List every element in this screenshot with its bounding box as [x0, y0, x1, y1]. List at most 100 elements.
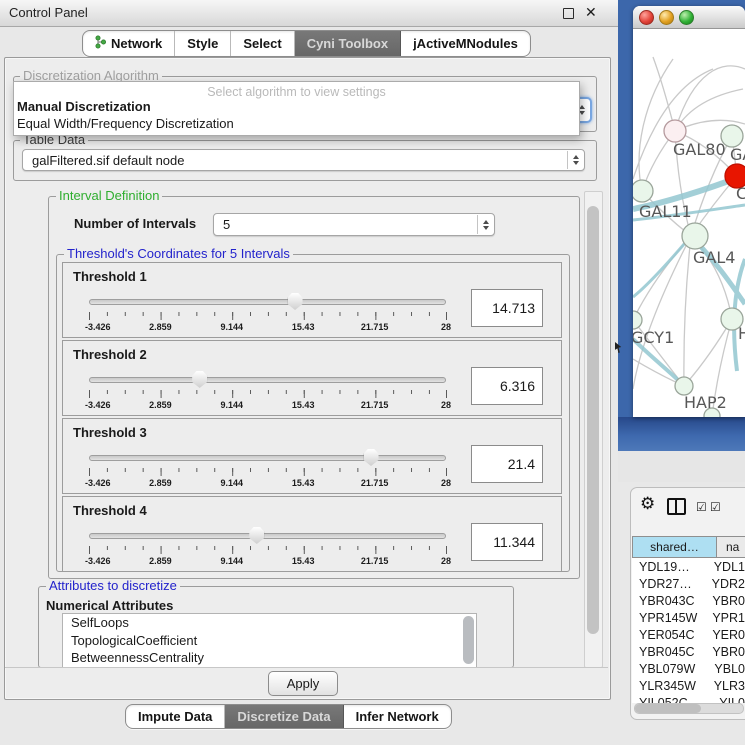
combo-stepper [477, 215, 493, 234]
numerical-attributes-label: Numerical Attributes [46, 598, 173, 613]
slider-thumb[interactable] [249, 527, 264, 544]
network-icon [95, 35, 106, 52]
slider-tick-labels: -3.4262.8599.14415.4321.71528 [89, 400, 446, 412]
node-gal11[interactable] [633, 180, 653, 202]
tab-infer-network[interactable]: Infer Network [344, 705, 451, 728]
threshold-1-panel: Threshold 1 -3.4262.8599.14415.4321.7152… [62, 262, 562, 338]
tab-jactivemnodules[interactable]: jActiveMNodules [401, 31, 530, 56]
control-panel-titlebar: Control Panel ✕ [0, 0, 618, 27]
divider [5, 667, 608, 668]
threshold-1-label: Threshold 1 [73, 269, 147, 284]
svg-text:H: H [738, 324, 745, 343]
svg-text:GAL80: GAL80 [673, 140, 726, 159]
network-nodes[interactable] [633, 120, 745, 417]
attributes-list-scrollbar-thumb[interactable] [463, 616, 474, 664]
table-row[interactable]: YBR043CYBR0 [632, 592, 745, 609]
threshold-4-value-field[interactable]: 11.344 [471, 523, 543, 561]
threshold-2-slider[interactable]: -3.4262.8599.14415.4321.71528 [89, 371, 446, 413]
table-data-combobox[interactable]: galFiltered.sif default node [22, 149, 585, 171]
number-of-intervals-combobox[interactable]: 5 [213, 213, 495, 236]
dropdown-prompt: Select algorithm to view settings [14, 85, 579, 99]
attributes-group-title: Attributes to discretize [46, 579, 180, 593]
threshold-2-value-field[interactable]: 6.316 [471, 367, 543, 405]
table-row[interactable]: YBR045CYBR0 [632, 643, 745, 660]
thresholds-group-title: Threshold's Coordinates for 5 Intervals [64, 247, 293, 261]
network-window: GAL80 GA GAL11 C GAL4 GCY1 H HAP2 [633, 6, 745, 417]
threshold-1-slider[interactable]: -3.4262.8599.14415.4321.71528 [89, 293, 446, 335]
slider-tick-labels: -3.4262.8599.14415.4321.71528 [89, 556, 446, 568]
tab-cyni-toolbox[interactable]: Cyni Toolbox [295, 31, 401, 56]
tab-style[interactable]: Style [175, 31, 231, 56]
threshold-3-label: Threshold 3 [73, 425, 147, 440]
network-graph: GAL80 GA GAL11 C GAL4 GCY1 H HAP2 [633, 29, 745, 417]
table-row[interactable]: YBL079WYBL0 [632, 660, 745, 677]
threshold-4-label: Threshold 4 [73, 503, 147, 518]
dropdown-option-manual-discretization[interactable]: Manual Discretization [17, 99, 151, 114]
threshold-3-panel: Threshold 3 -3.4262.8599.14415.4321.7152… [62, 418, 562, 494]
table-row[interactable]: YLR345WYLR3 [632, 677, 745, 694]
table-row[interactable]: YIL052CYIL0 [632, 694, 745, 703]
minimize-traffic-light-icon[interactable] [659, 10, 674, 25]
column-layout-icon[interactable] [667, 498, 686, 515]
threshold-2-label: Threshold 2 [73, 347, 147, 362]
float-window-icon[interactable] [563, 8, 574, 19]
network-window-titlebar[interactable] [633, 6, 745, 29]
slider-thumb[interactable] [288, 293, 303, 310]
table-row[interactable]: YER054CYER0 [632, 626, 745, 643]
checkbox-checked-icon[interactable]: ☑ [696, 500, 707, 514]
node-gal4[interactable] [682, 223, 708, 249]
table-data-combobox-value: galFiltered.sif default node [32, 153, 184, 168]
column-header-name[interactable]: na [717, 536, 745, 558]
svg-text:C: C [736, 184, 745, 203]
slider-track [89, 377, 446, 383]
number-of-intervals-label: Number of Intervals [74, 216, 196, 231]
network-canvas[interactable]: GAL80 GA GAL11 C GAL4 GCY1 H HAP2 [633, 29, 745, 417]
zoom-traffic-light-icon[interactable] [679, 10, 694, 25]
list-item[interactable]: SelfLoops [63, 614, 476, 632]
threshold-3-value-field[interactable]: 21.4 [471, 445, 543, 483]
svg-text:GCY1: GCY1 [633, 328, 674, 347]
tab-network[interactable]: Network [83, 31, 175, 56]
slider-major-ticks [89, 312, 447, 320]
dropdown-option-equal-width-frequency[interactable]: Equal Width/Frequency Discretization [17, 116, 234, 131]
tab-select[interactable]: Select [231, 31, 294, 56]
slider-major-ticks [89, 468, 447, 476]
table-row[interactable]: YDR27…YDR2 [632, 575, 745, 592]
number-of-intervals-value: 5 [223, 217, 230, 232]
table-body: YDL19…YDL1 YDR27…YDR2 YBR043CYBR0 YPR145… [632, 558, 745, 703]
close-traffic-light-icon[interactable] [639, 10, 654, 25]
slider-tick-labels: -3.4262.8599.14415.4321.71528 [89, 322, 446, 334]
interval-definition-group-title: Interval Definition [56, 189, 162, 203]
list-item[interactable]: TopologicalCoefficient [63, 632, 476, 650]
threshold-2-panel: Threshold 2 -3.4262.8599.14415.4321.7152… [62, 340, 562, 416]
threshold-4-slider[interactable]: -3.4262.8599.14415.4321.71528 [89, 527, 446, 569]
slider-major-ticks [89, 390, 447, 398]
column-header-shared-name[interactable]: shared… [632, 536, 717, 558]
table-row[interactable]: YDL19…YDL1 [632, 558, 745, 575]
checkbox-checked-icon[interactable]: ☑ [710, 500, 721, 514]
table-row[interactable]: YPR145WYPR1 [632, 609, 745, 626]
tab-discretize-data[interactable]: Discretize Data [225, 705, 343, 728]
table-horizontal-scrollbar-thumb[interactable] [635, 704, 701, 713]
close-icon[interactable]: ✕ [585, 4, 597, 21]
combo-stepper [567, 151, 583, 169]
slider-tick-labels: -3.4262.8599.14415.4321.71528 [89, 478, 446, 490]
node-gal80[interactable] [664, 120, 686, 142]
gear-icon[interactable]: ⚙ [640, 494, 655, 514]
algorithm-dropdown-popup: Select algorithm to view settings Manual… [13, 81, 580, 136]
list-item[interactable]: BetweennessCentrality [63, 649, 476, 667]
threshold-1-value-field[interactable]: 14.713 [471, 289, 543, 327]
slider-thumb[interactable] [364, 449, 379, 466]
threshold-3-slider[interactable]: -3.4262.8599.14415.4321.71528 [89, 449, 446, 491]
slider-thumb[interactable] [192, 371, 207, 388]
svg-text:GAL4: GAL4 [693, 248, 735, 267]
node-gcy1[interactable] [633, 311, 642, 329]
control-panel-title: Control Panel [9, 0, 88, 26]
network-view-frame-bottom [618, 417, 745, 451]
svg-text:GA: GA [730, 145, 745, 164]
table-panel-header: Table Panel [618, 451, 745, 482]
tab-impute-data[interactable]: Impute Data [126, 705, 225, 728]
panel-vertical-scrollbar-thumb[interactable] [587, 206, 599, 634]
apply-button[interactable]: Apply [268, 671, 338, 696]
threshold-rows: Threshold 1 -3.4262.8599.14415.4321.7152… [62, 262, 562, 574]
